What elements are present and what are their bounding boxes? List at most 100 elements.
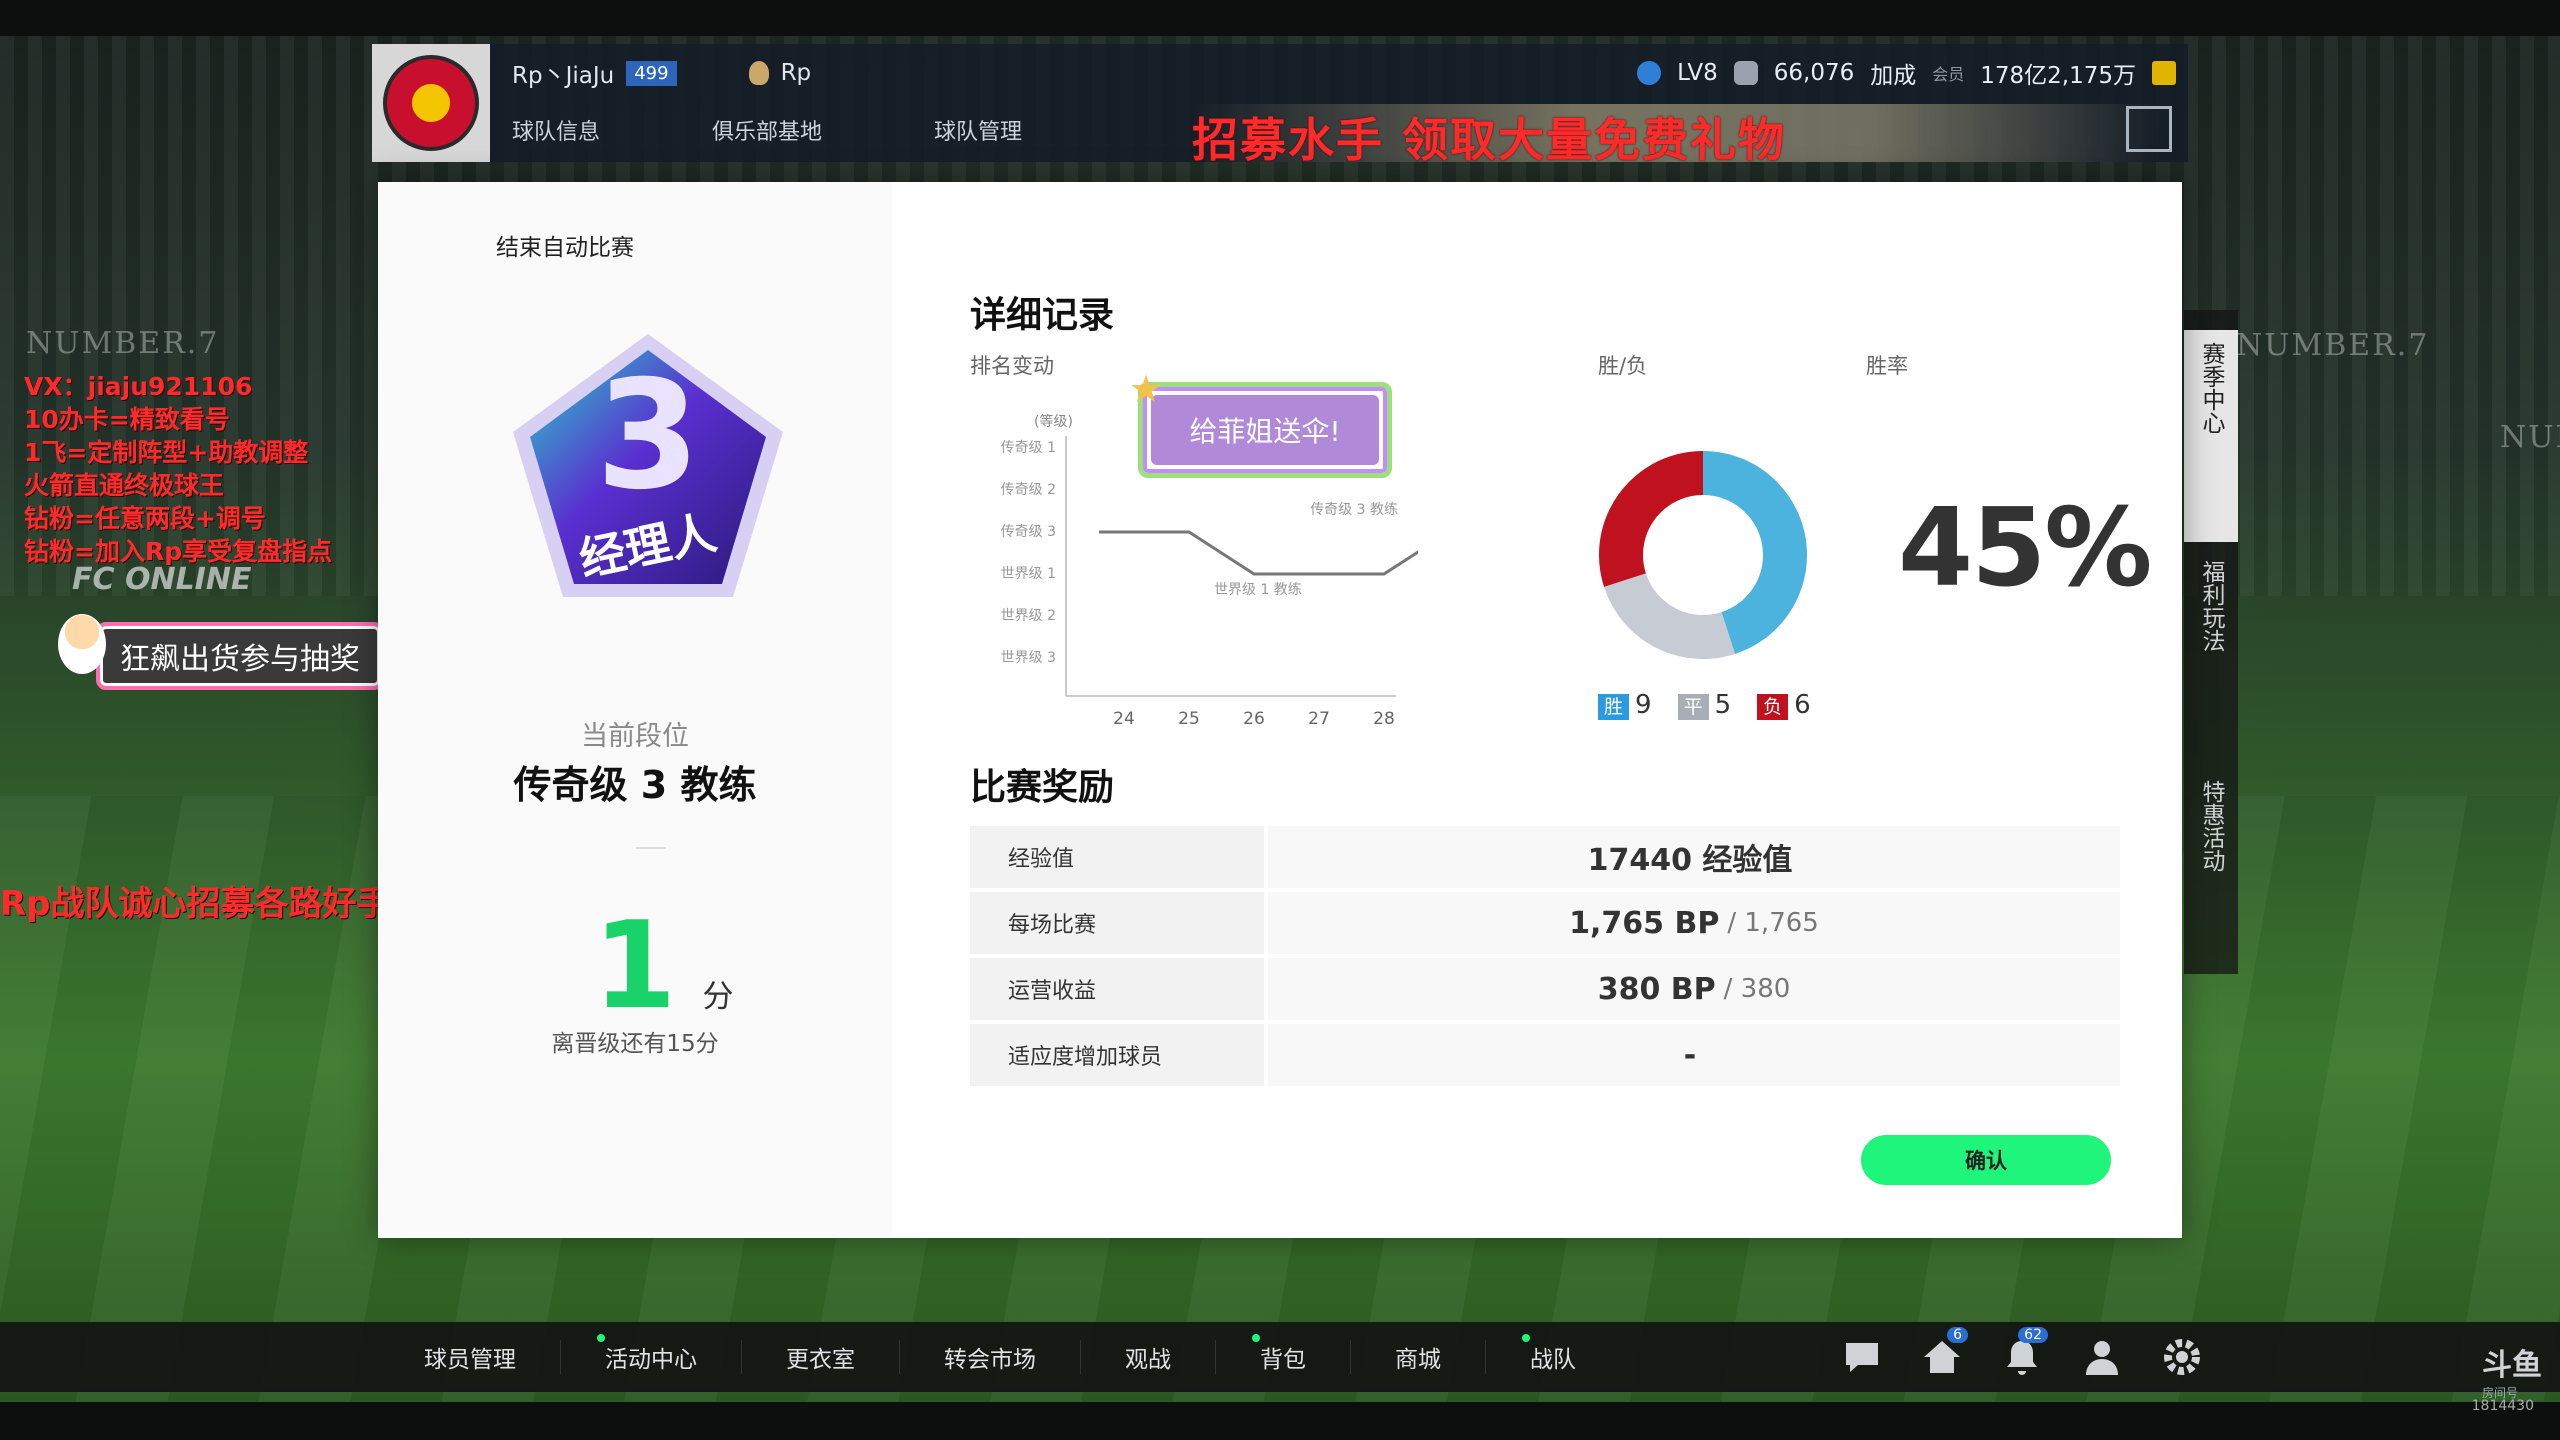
boost-label[interactable]: 加成 xyxy=(1870,56,1916,90)
bp-amount: 178亿2,175万 xyxy=(1980,63,2136,89)
nav-team[interactable]: 战队 xyxy=(1486,1334,1620,1374)
reward-label: 经验值 xyxy=(970,826,1264,888)
user-badge: 499 xyxy=(626,60,677,86)
side-item-deals[interactable]: 特惠活动 xyxy=(2184,780,2238,960)
win-loss-donut xyxy=(1599,451,1807,659)
settings-icon[interactable] xyxy=(2160,1335,2204,1379)
user-info: Rp丶JiaJu 499 Rp xyxy=(512,56,811,90)
bell-icon[interactable]: 62 xyxy=(2000,1327,2048,1379)
rank-badge-icon: 3 经理人 xyxy=(513,334,783,597)
club-crest[interactable] xyxy=(372,44,490,162)
win-rate-label: 胜率 xyxy=(1866,354,1908,378)
nav-label: 商城 xyxy=(1395,1347,1441,1373)
profile-icon[interactable] xyxy=(2080,1335,2124,1379)
tab-team-manage[interactable]: 球队管理 xyxy=(934,114,1022,146)
stream-overlay-text: VX：jiaju921106 10办卡=精致看号 1飞=定制阵型+助教调整 火箭… xyxy=(24,370,332,568)
x-tick-label: 26 xyxy=(1243,709,1265,729)
confirm-button[interactable]: 确认 xyxy=(1861,1135,2111,1185)
side-item-season[interactable]: 赛季中心 xyxy=(2184,330,2238,542)
side-item-label: 赛季中心 xyxy=(2198,342,2224,434)
reward-amount: 380 BP xyxy=(1597,971,1716,1007)
overlay-line: 10办卡=精致看号 xyxy=(24,405,230,434)
nav-label: 观战 xyxy=(1125,1347,1171,1373)
overlay-line: VX：jiaju921106 xyxy=(24,372,253,401)
nav-spectate[interactable]: 观战 xyxy=(1081,1340,1216,1374)
reward-row: 适应度增加球员 - xyxy=(970,1024,2120,1086)
win-rate: 45% xyxy=(1898,486,2153,611)
reward-table: 经验值 17440 经验值 每场比赛 1,765 BP/ 1,765 运营收益 … xyxy=(970,826,2120,1090)
match-result-modal: 结束自动比赛 3 经理人 当前段位 传奇级 3 教练 1 分 离晋级还有15分 … xyxy=(378,182,2182,1238)
home-icon[interactable]: 6 xyxy=(1920,1327,1968,1379)
level-icon xyxy=(1637,61,1662,85)
modal-title: 结束自动比赛 xyxy=(496,235,634,261)
annotation: 传奇级 3 教练 xyxy=(1310,501,1398,518)
new-dot xyxy=(597,1334,605,1342)
reward-title: 比赛奖励 xyxy=(970,767,1115,808)
reward-suffix: / 380 xyxy=(1723,974,1791,1004)
y-tick-label: 传奇级 1 xyxy=(1001,439,1056,456)
reward-amount: - xyxy=(1683,1037,1697,1073)
gift-sticker[interactable]: 给菲姐送伞! ★ xyxy=(1129,367,1392,478)
current-rank-label: 当前段位 xyxy=(581,721,689,752)
draws-tag: 平 xyxy=(1677,694,1709,720)
tab-team-info[interactable]: 球队信息 xyxy=(512,114,600,146)
nav-locker-room[interactable]: 更衣室 xyxy=(742,1340,900,1374)
losses-tag: 负 xyxy=(1757,694,1789,720)
badge-number: 3 xyxy=(596,349,700,523)
promo-text: 招募水手 领取大量免费礼物 xyxy=(1192,113,1787,167)
wall-text: NUM xyxy=(2500,420,2560,455)
nav-label: 球员管理 xyxy=(424,1347,516,1373)
nav-label: 活动中心 xyxy=(605,1347,697,1373)
reward-label: 每场比赛 xyxy=(970,892,1264,954)
reward-amount: 17440 经验值 xyxy=(1587,843,1793,878)
reward-value: 17440 经验值 xyxy=(1268,826,2120,888)
rank-change-label: 排名变动 xyxy=(970,354,1054,378)
x-tick-label: 27 xyxy=(1308,709,1330,729)
nav-player-manage[interactable]: 球员管理 xyxy=(380,1340,561,1374)
lottery-button[interactable]: 狂飙出货参与抽奖 xyxy=(96,622,384,690)
reward-value: - xyxy=(1268,1024,2120,1086)
x-tick-label: 25 xyxy=(1178,709,1200,729)
annotation: 世界级 1 教练 xyxy=(1214,582,1302,598)
divider xyxy=(636,847,666,849)
points-value: 1 xyxy=(593,897,677,1036)
nav-transfer-market[interactable]: 转会市场 xyxy=(900,1340,1081,1374)
level: LV8 xyxy=(1677,60,1718,86)
tab-club-base[interactable]: 俱乐部基地 xyxy=(712,114,822,146)
fc-online-logo: FC ONLINE xyxy=(72,562,252,597)
resources: LV8 66,076 加成 会员 178亿2,175万 xyxy=(1637,56,2176,90)
y-unit: (等级) xyxy=(1034,413,1073,430)
losses-count: 6 xyxy=(1794,690,1811,720)
nav-shop[interactable]: 商城 xyxy=(1351,1340,1486,1374)
nav-backpack[interactable]: 背包 xyxy=(1216,1334,1351,1374)
cupid-icon xyxy=(58,614,106,674)
wall-text: NUMBER.7 xyxy=(2236,328,2430,363)
exit-icon[interactable] xyxy=(2126,106,2172,152)
points-unit: 分 xyxy=(702,979,734,1015)
shield-icon xyxy=(1733,61,1758,85)
chat-icon[interactable] xyxy=(1840,1335,1884,1379)
member-label: 会员 xyxy=(1932,65,1965,84)
rank-panel: 结束自动比赛 3 经理人 当前段位 传奇级 3 教练 1 分 离晋级还有15分 xyxy=(378,182,892,1238)
side-item-welfare[interactable]: 福利玩法 xyxy=(2184,560,2238,740)
gift-sticker-label: 给菲姐送伞! xyxy=(1151,395,1379,465)
reward-amount: 1,765 BP xyxy=(1569,905,1720,941)
bell-badge: 62 xyxy=(2018,1327,2048,1343)
y-tick-label: 传奇级 2 xyxy=(1001,481,1056,498)
reward-row: 每场比赛 1,765 BP/ 1,765 xyxy=(970,892,2120,954)
recruit-text: Rp战队诚心招募各路好手 xyxy=(0,884,391,924)
side-item-label: 福利玩法 xyxy=(2198,560,2224,652)
wins: 胜9 xyxy=(1598,690,1652,720)
wins-count: 9 xyxy=(1635,690,1652,720)
nav-activity-center[interactable]: 活动中心 xyxy=(561,1334,742,1374)
losses: 负6 xyxy=(1757,690,1811,720)
nav-label: 转会市场 xyxy=(944,1347,1036,1373)
y-tick-label: 世界级 1 xyxy=(1001,566,1056,582)
points-to-promote: 离晋级还有15分 xyxy=(551,1031,719,1057)
team-icon xyxy=(748,61,769,85)
win-loss-label: 胜/负 xyxy=(1598,354,1648,378)
bottom-icons: 6 62 xyxy=(1840,1322,2204,1392)
reward-label: 适应度增加球员 xyxy=(970,1024,1264,1086)
new-dot xyxy=(1522,1334,1530,1342)
points: 1 分 xyxy=(593,907,734,1027)
